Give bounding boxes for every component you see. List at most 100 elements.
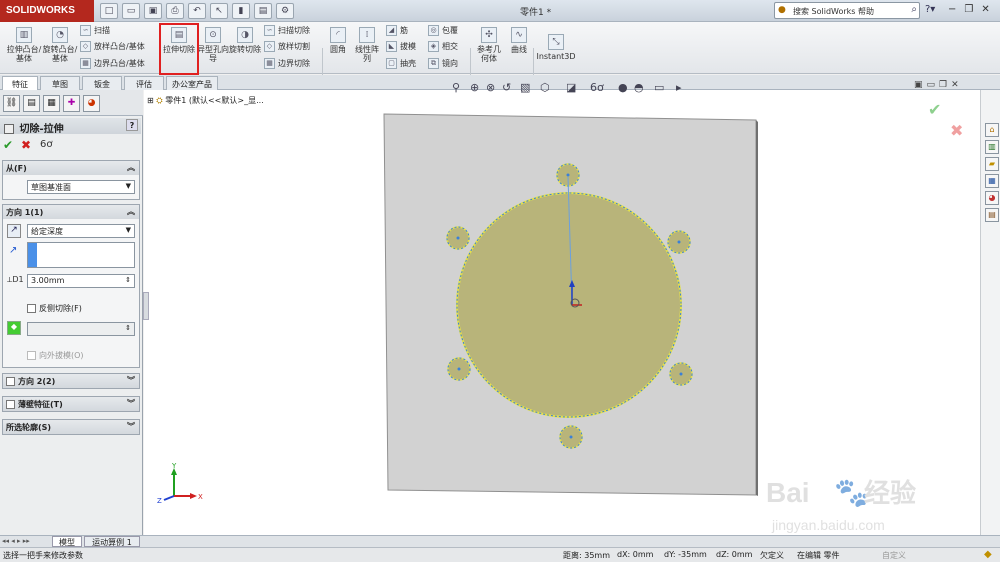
tab-sheet-metal[interactable]: 钣金 <box>82 76 122 90</box>
selected-contours-group[interactable]: 所选轮廓(S) ︾ <box>2 419 140 435</box>
direction2-group[interactable]: 方向 2(2) ︾ <box>2 373 140 389</box>
restore-view-icon[interactable]: ❐ <box>939 80 947 90</box>
end-condition-select[interactable]: 给定深度 ▼ <box>27 224 135 238</box>
boundary-boss-button[interactable]: ▦ 边界凸台/基体 <box>80 58 145 69</box>
linear-pattern-button[interactable]: ⁞ 线性阵列 <box>352 27 382 63</box>
boundary-cut-button[interactable]: ▦ 边界切除 <box>264 58 310 69</box>
draft-outward-checkbox: 向外拔模(O) <box>27 350 84 361</box>
draft-button[interactable]: ◣ 拔模 <box>386 41 416 52</box>
selected-contours-group-header[interactable]: 所选轮廓(S) ︾ <box>3 420 139 434</box>
sketch-large-circle[interactable] <box>456 192 682 418</box>
from-group: 从(F) ︽ 草图基准面 ▼ <box>2 160 140 200</box>
checkbox-box[interactable] <box>27 304 36 313</box>
property-manager-header: 切除-拉伸 ? <box>0 118 141 135</box>
rebuild-status-icon[interactable]: ◆ <box>984 549 992 560</box>
direction1-group-header[interactable]: 方向 1(1) ︽ <box>3 205 139 219</box>
tab-evaluate[interactable]: 评估 <box>124 76 164 90</box>
extrude-boss-button[interactable]: ▥ 拉伸凸台/基体 <box>6 27 42 63</box>
flip-side-checkbox[interactable]: 反侧切除(F) <box>27 303 82 314</box>
close-view-icon[interactable]: ✕ <box>951 80 959 90</box>
loft-boss-button[interactable]: ◇ 放样凸台/基体 <box>80 41 145 52</box>
design-library-icon[interactable]: ▥ <box>985 140 999 154</box>
select-icon[interactable]: ↖ <box>210 3 228 19</box>
appearances-icon[interactable]: ◕ <box>985 191 999 205</box>
shell-button[interactable]: ▢ 抽壳 <box>386 58 416 69</box>
fillet-button[interactable]: ◜ 圆角 <box>326 27 350 54</box>
view-palette-icon[interactable]: ▦ <box>985 174 999 188</box>
from-group-header[interactable]: 从(F) ︽ <box>3 161 139 175</box>
options-icon[interactable]: ⚙ <box>276 3 294 19</box>
expand-icon[interactable]: ︾ <box>127 421 135 432</box>
help-button[interactable]: ? <box>126 119 138 131</box>
home-icon[interactable]: ⌂ <box>985 123 999 137</box>
save-icon[interactable]: ▣ <box>144 3 162 19</box>
undo-icon[interactable]: ↶ <box>188 3 206 19</box>
dimxpert-icon[interactable]: ✚ <box>63 95 80 112</box>
restore-icon[interactable]: ❐ <box>964 4 973 15</box>
preview-icon[interactable]: 6ơ <box>40 139 52 150</box>
expand-icon[interactable]: ︾ <box>127 375 135 386</box>
tab-office-products[interactable]: 办公室产品 <box>166 76 218 90</box>
help-search-input[interactable]: ● 搜索 SolidWorks 帮助 ⌕ <box>774 2 920 19</box>
file-props-icon[interactable]: ▤ <box>254 3 272 19</box>
tab-sketch[interactable]: 草图 <box>40 76 80 90</box>
ref-geometry-button[interactable]: ✣ 参考几何体 <box>474 27 504 63</box>
thin-feature-checkbox[interactable] <box>6 400 15 409</box>
tab-features[interactable]: 特征 <box>2 76 38 90</box>
property-manager-icon[interactable]: ▤ <box>23 95 40 112</box>
rebuild-icon[interactable]: ▮ <box>232 3 250 19</box>
wrap-button[interactable]: ◎ 包覆 <box>428 25 458 36</box>
ok-icon[interactable]: ✔ <box>3 138 13 152</box>
hole-wizard-button[interactable]: ⊙ 异型孔向导 <box>197 27 229 63</box>
revolve-boss-button[interactable]: ◔ 旋转凸台/基体 <box>42 27 78 63</box>
direction2-group-header[interactable]: 方向 2(2) ︾ <box>3 374 139 388</box>
thin-feature-group[interactable]: 薄壁特征(T) ︾ <box>2 396 140 412</box>
intersect-button[interactable]: ◈ 相交 <box>428 41 458 52</box>
open-file-icon[interactable]: ▭ <box>122 3 140 19</box>
draft-toggle-icon[interactable]: ◆ <box>7 321 21 335</box>
reverse-direction-icon[interactable]: ↗ <box>7 224 21 238</box>
search-icon[interactable]: ⌕ <box>911 4 917 15</box>
print-icon[interactable]: ⎙ <box>166 3 184 19</box>
sweep-button[interactable]: ∽ 扫描 <box>80 25 110 36</box>
revolve-cut-button[interactable]: ◑ 旋转切除 <box>229 27 261 54</box>
curves-button[interactable]: ∿ 曲线 <box>506 27 532 54</box>
swept-cut-button[interactable]: ∽ 扫描切除 <box>264 25 310 36</box>
loft-icon: ◇ <box>80 41 91 52</box>
solidworks-logo[interactable]: SOLIDWORKS <box>0 0 94 22</box>
mirror-button[interactable]: ⧉ 镜向 <box>428 58 458 69</box>
help-icon[interactable]: ?▾ <box>925 4 935 15</box>
status-custom[interactable]: 自定义 <box>882 550 906 561</box>
search-scope-icon[interactable]: ● <box>778 5 786 15</box>
expand-icon[interactable]: ︾ <box>127 398 135 409</box>
custom-properties-icon[interactable]: ▤ <box>985 208 999 222</box>
status-bar: 选择一把手来修改参数 距离: 35mm dX: 0mm dY: -35mm dZ… <box>0 547 1000 562</box>
extrude-boss-icon: ▥ <box>16 27 32 43</box>
new-file-icon[interactable]: □ <box>100 3 118 19</box>
collapse-icon[interactable]: ︽ <box>127 162 135 173</box>
minimize-view-icon[interactable]: ▭ <box>927 80 936 90</box>
thin-feature-group-header[interactable]: 薄壁特征(T) ︾ <box>3 397 139 411</box>
file-explorer-icon[interactable]: ▰ <box>985 157 999 171</box>
direction-vector-field[interactable] <box>27 242 135 268</box>
tab-model[interactable]: 模型 <box>52 536 82 547</box>
direction2-checkbox[interactable] <box>6 377 15 386</box>
split-view-icon[interactable]: ▣ <box>914 80 923 90</box>
feature-tree-icon[interactable]: ⛓ <box>3 95 20 112</box>
lofted-cut-button[interactable]: ◇ 放样切割 <box>264 41 310 52</box>
display-manager-icon[interactable]: ◕ <box>83 95 100 112</box>
from-select[interactable]: 草图基准面 ▼ <box>27 180 135 194</box>
intersect-icon: ◈ <box>428 41 439 52</box>
collapse-icon[interactable]: ︽ <box>127 206 135 217</box>
config-manager-icon[interactable]: ▦ <box>43 95 60 112</box>
rib-button[interactable]: ◢ 筋 <box>386 25 408 36</box>
tab-nav-arrows[interactable]: ◂◂ ◂ ▸ ▸▸ <box>2 537 30 545</box>
triad-x-label: X <box>198 493 203 501</box>
spinner-icon[interactable]: ⇕ <box>125 276 131 284</box>
close-icon[interactable]: ✕ <box>981 4 989 15</box>
instant3d-button[interactable]: ⤡ Instant3D <box>536 34 576 61</box>
cancel-icon[interactable]: ✖ <box>21 138 31 152</box>
minimize-icon[interactable]: − <box>948 4 956 15</box>
tab-motion-study[interactable]: 运动算例 1 <box>84 536 140 547</box>
depth-input[interactable]: 3.00mm ⇕ <box>27 274 135 288</box>
